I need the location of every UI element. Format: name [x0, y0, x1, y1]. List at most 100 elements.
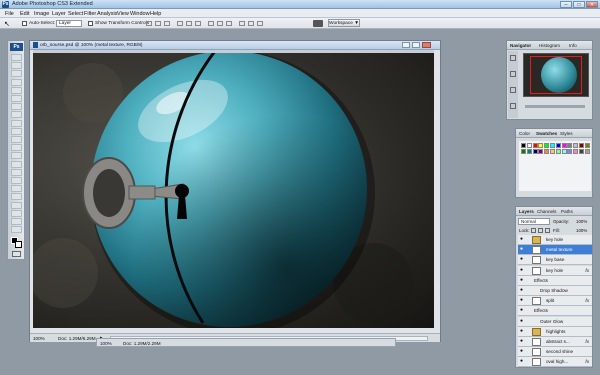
navigator-zoom-slider[interactable] [525, 105, 585, 108]
menu-layer[interactable]: Layer [52, 11, 66, 17]
tab-histogram[interactable]: Histogram [539, 43, 560, 48]
distribute-left-icon[interactable] [239, 21, 245, 26]
swatch[interactable] [526, 143, 532, 148]
lock-transparency-icon[interactable] [531, 228, 536, 233]
layer-row[interactable]: ● highlights [518, 326, 592, 337]
swatch[interactable] [555, 149, 561, 154]
bridge-icon[interactable] [313, 20, 323, 27]
swatch[interactable] [555, 143, 561, 148]
shape-tool[interactable] [11, 193, 22, 201]
move-tool[interactable] [11, 54, 22, 61]
path-select-tool[interactable] [11, 185, 22, 193]
auto-select-checkbox[interactable] [22, 21, 27, 26]
align-hcenter-icon[interactable] [186, 21, 192, 26]
tab-swatches[interactable]: Swatches [536, 131, 557, 136]
navigator-thumbnail[interactable] [523, 53, 589, 97]
align-bottom-icon[interactable] [164, 21, 170, 26]
clone-stamp-tool[interactable] [11, 119, 22, 127]
tab-info[interactable]: Info [569, 43, 577, 48]
distribute-top-icon[interactable] [208, 21, 214, 26]
visibility-eye-icon[interactable]: ● [520, 349, 526, 354]
opacity-value[interactable]: 100% [576, 219, 587, 224]
align-vcenter-icon[interactable] [155, 21, 161, 26]
swatch[interactable] [584, 149, 590, 154]
menu-file[interactable]: File [5, 11, 14, 17]
swatch[interactable] [550, 143, 555, 148]
tab-navigator[interactable]: Navigator [510, 43, 531, 48]
menu-window[interactable]: Window [130, 11, 150, 17]
layer-row[interactable]: ● Drop Shadow [518, 286, 592, 296]
navigator-dock-icon[interactable] [510, 55, 516, 61]
layer-row[interactable]: ● split fx [518, 296, 592, 307]
lock-position-icon[interactable] [545, 228, 550, 233]
move-tool-icon[interactable]: ↖ [4, 20, 10, 28]
history-dock-icon[interactable] [510, 71, 516, 77]
navigator-view-box[interactable] [530, 56, 582, 94]
lasso-tool[interactable] [11, 70, 22, 78]
layer-row[interactable]: ● Effects [518, 275, 592, 286]
document-canvas[interactable] [33, 53, 434, 328]
tab-layers[interactable]: Layers [519, 209, 534, 214]
visibility-eye-icon[interactable]: ● [520, 339, 526, 344]
character-dock-icon[interactable] [510, 103, 516, 109]
marquee-tool[interactable] [11, 62, 22, 70]
swatch[interactable] [538, 143, 544, 148]
type-tool[interactable] [11, 177, 22, 184]
doc-minimize-button[interactable] [402, 42, 410, 48]
visibility-eye-icon[interactable]: ● [520, 318, 526, 324]
tab-channels[interactable]: Channels [537, 209, 556, 214]
history-brush-tool[interactable] [11, 127, 22, 135]
visibility-eye-icon[interactable]: ● [520, 257, 526, 262]
swatch[interactable] [544, 149, 550, 154]
auto-select-dropdown[interactable]: Layer [56, 20, 82, 27]
quick-mask-icon[interactable] [12, 251, 21, 257]
layer-row[interactable]: ● metal texture [518, 245, 592, 256]
brush-tool[interactable] [11, 111, 22, 119]
visibility-eye-icon[interactable]: ● [520, 328, 526, 334]
layer-row[interactable]: ● oval high... fx [518, 357, 592, 367]
fx-icon[interactable]: fx [585, 339, 589, 344]
visibility-eye-icon[interactable]: ● [520, 288, 526, 293]
distribute-hcenter-icon[interactable] [248, 21, 254, 26]
fx-icon[interactable]: fx [585, 268, 589, 273]
align-left-icon[interactable] [177, 21, 183, 26]
visibility-eye-icon[interactable]: ● [520, 359, 526, 364]
zoom-tool[interactable] [11, 226, 22, 234]
visibility-eye-icon[interactable]: ● [520, 267, 526, 273]
eraser-tool[interactable] [11, 136, 22, 143]
distribute-vcenter-icon[interactable] [217, 21, 223, 26]
document-tab[interactable]: orb_nourse.psd @ 100% (metal texture, RG… [30, 41, 440, 50]
swatch[interactable] [567, 149, 573, 154]
secondary-zoom[interactable]: 100% [100, 341, 112, 346]
swatch[interactable] [584, 143, 590, 148]
crop-tool[interactable] [11, 86, 22, 94]
swatch[interactable] [521, 149, 526, 154]
layer-row[interactable]: ● second shine [518, 347, 592, 358]
layer-row[interactable]: ● Outer Glow [518, 316, 592, 327]
swatch[interactable] [526, 149, 532, 154]
distribute-bottom-icon[interactable] [226, 21, 232, 26]
layer-row[interactable]: ● key hole [518, 235, 592, 245]
lock-pixels-icon[interactable] [538, 228, 543, 233]
menu-analysis[interactable]: Analysis [97, 11, 117, 17]
fx-icon[interactable]: fx [585, 359, 589, 364]
layer-row[interactable]: ● Effects [518, 306, 592, 317]
zoom-level[interactable]: 100% [33, 336, 45, 341]
swatch[interactable] [567, 143, 573, 148]
swatch[interactable] [561, 143, 567, 148]
fill-value[interactable]: 100% [576, 228, 587, 233]
background-color-swatch[interactable] [15, 241, 22, 248]
swatch[interactable] [573, 143, 579, 148]
notes-tool[interactable] [11, 201, 22, 209]
visibility-eye-icon[interactable]: ● [520, 247, 526, 252]
doc-close-button[interactable] [422, 42, 431, 48]
workspace-button[interactable]: Workspace ▼ [328, 19, 360, 27]
distribute-right-icon[interactable] [257, 21, 263, 26]
tab-styles[interactable]: Styles [560, 131, 573, 136]
minimize-button[interactable]: – [560, 1, 572, 8]
menu-filter[interactable]: Filter [84, 11, 96, 17]
align-right-icon[interactable] [195, 21, 201, 26]
visibility-eye-icon[interactable]: ● [520, 298, 526, 303]
menu-view[interactable]: View [117, 11, 129, 17]
swatch[interactable] [521, 143, 526, 148]
